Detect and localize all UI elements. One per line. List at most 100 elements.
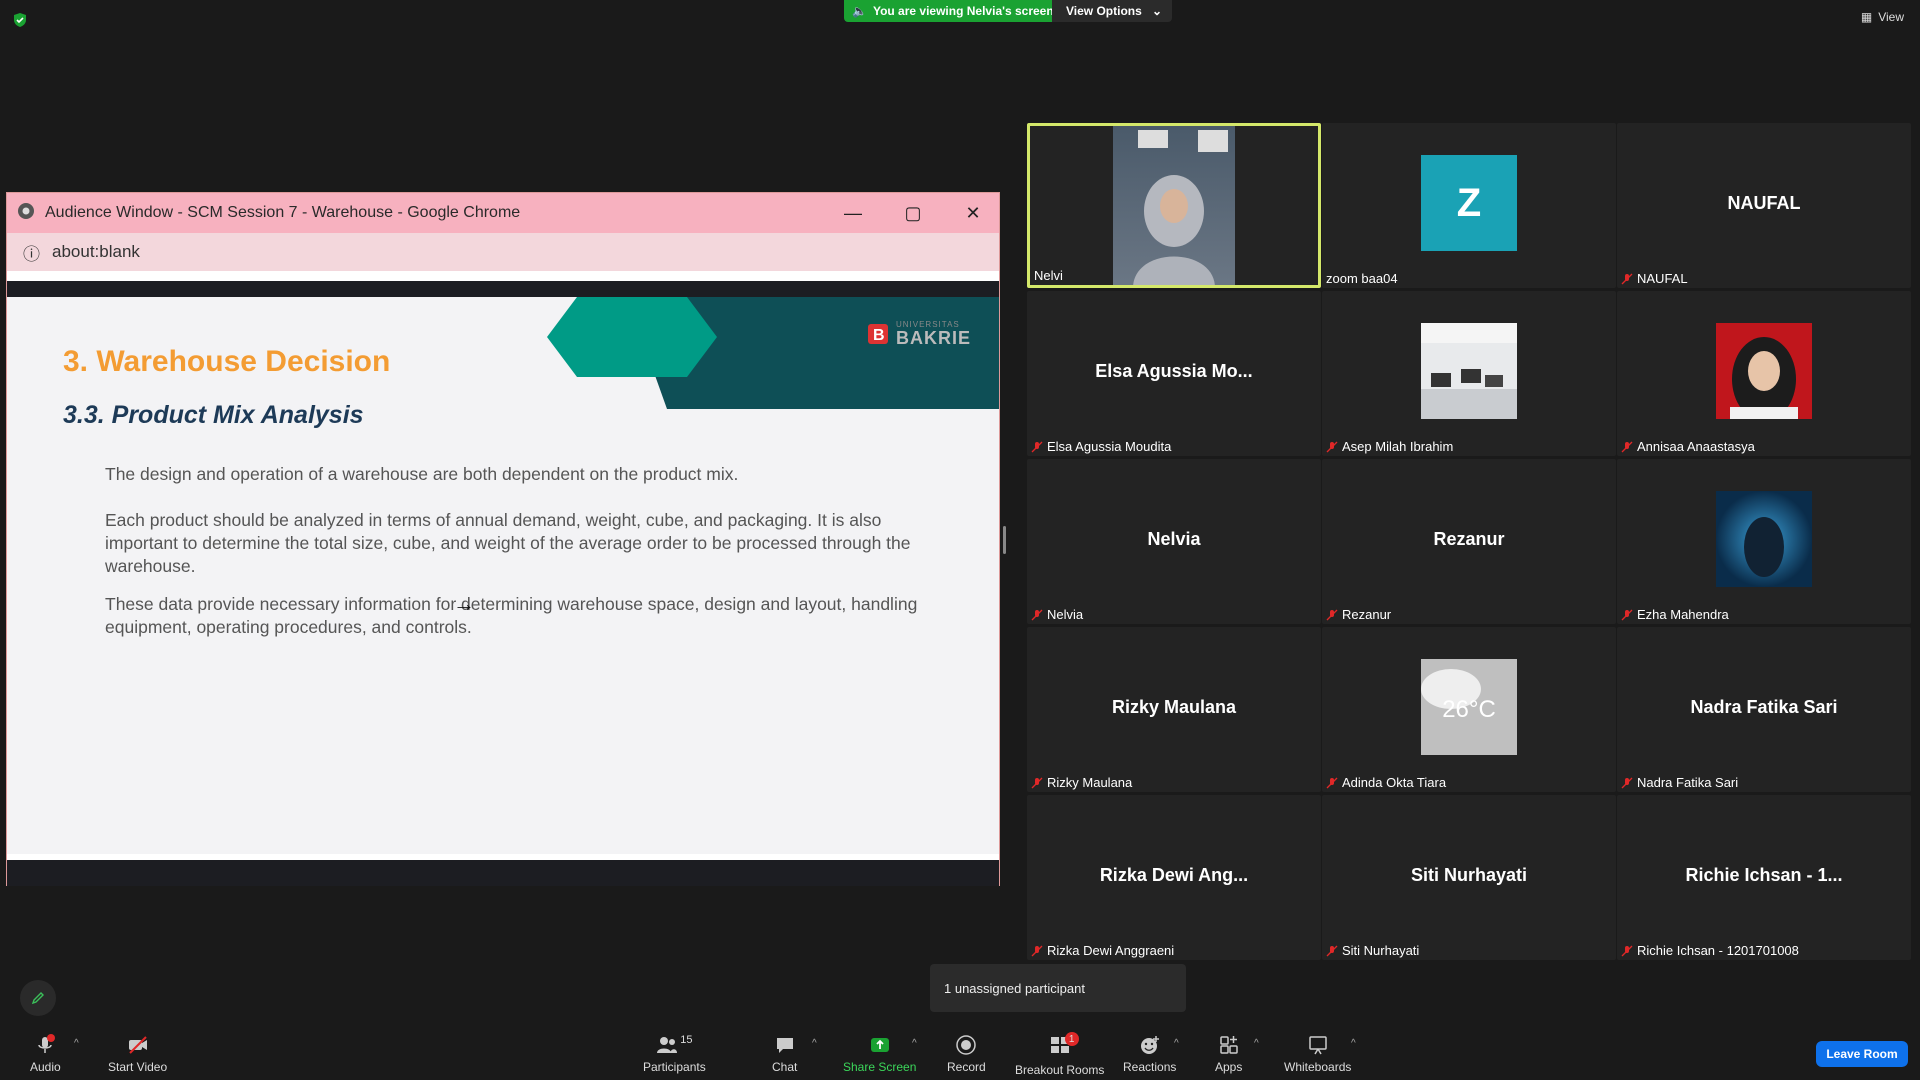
record-icon [956, 1035, 977, 1055]
participant-name-label: Rizky Maulana [1031, 775, 1132, 790]
apps-icon [1219, 1036, 1238, 1054]
participant-tile[interactable]: Nadra Fatika Sari Nadra Fatika Sari [1617, 627, 1911, 792]
slide-bottom-band [7, 860, 999, 886]
participant-tile[interactable]: Siti Nurhayati Siti Nurhayati [1322, 795, 1616, 960]
participant-name-label: Rizka Dewi Anggraeni [1031, 943, 1174, 958]
viewing-screen-banner: 🔈 You are viewing Nelvia's screen [844, 0, 1064, 22]
participant-tile[interactable]: Asep Milah Ibrahim [1322, 291, 1616, 456]
participant-name-label: Asep Milah Ibrahim [1326, 439, 1453, 454]
whiteboards-caret-icon[interactable]: ^ [1351, 1038, 1356, 1049]
slide-subtitle: 3.3. Product Mix Analysis [63, 401, 364, 429]
chat-button[interactable]: Chat [772, 1034, 797, 1074]
participant-tile[interactable]: Rizky Maulana Rizky Maulana [1027, 627, 1321, 792]
security-shield-icon[interactable] [12, 12, 28, 28]
participant-name-label: Siti Nurhayati [1326, 943, 1419, 958]
slide-paragraph-2: Each product should be analyzed in terms… [105, 510, 911, 576]
reactions-caret-icon[interactable]: ^ [1174, 1038, 1179, 1049]
address-bar[interactable]: ⓘ about:blank [7, 233, 999, 271]
video-off-icon [128, 1036, 147, 1054]
participant-tile[interactable]: 26°C Adinda Okta Tiara [1322, 627, 1616, 792]
unassigned-participant-tooltip[interactable]: 1 unassigned participant [930, 964, 1186, 1012]
participant-tile[interactable]: Rezanur Rezanur [1322, 459, 1616, 624]
muted-mic-icon [1031, 777, 1043, 788]
breakout-rooms-label: Breakout Rooms [1015, 1063, 1105, 1077]
muted-mic-icon [1326, 777, 1338, 788]
participant-tile[interactable]: NAUFAL NAUFAL [1617, 123, 1911, 288]
whiteboard-icon [1308, 1036, 1327, 1055]
start-video-button[interactable]: Start Video [108, 1034, 167, 1074]
participant-name-label: Rezanur [1326, 607, 1391, 622]
participant-name-label: Elsa Agussia Moudita [1031, 439, 1171, 454]
maximize-button[interactable]: ▢ [883, 193, 943, 233]
presentation-slide: B UNIVERSITAS BAKRIE 3. Warehouse Decisi… [7, 297, 999, 854]
whiteboards-button[interactable]: Whiteboards [1284, 1034, 1351, 1074]
breakout-rooms-button[interactable]: 1 Breakout Rooms [1015, 1032, 1105, 1077]
muted-mic-icon [1621, 945, 1633, 956]
apps-button[interactable]: Apps [1215, 1034, 1242, 1074]
participant-tile[interactable]: Ezha Mahendra [1617, 459, 1911, 624]
participant-display-name: Rizka Dewi Ang... [1099, 865, 1249, 885]
muted-mic-icon [1326, 945, 1338, 956]
leave-room-button[interactable]: Leave Room [1816, 1041, 1908, 1067]
participant-display-name: NAUFAL [1727, 193, 1801, 213]
profile-picture: 26°C [1421, 659, 1517, 755]
record-label: Record [947, 1060, 986, 1074]
slide-header-graphic [547, 297, 999, 409]
participant-tile[interactable]: Zzoom baa04 [1322, 123, 1616, 288]
participant-name-label: Richie Ichsan - 1201701008 [1621, 943, 1799, 958]
participant-name-label: Nelvi [1034, 268, 1063, 283]
close-button[interactable]: ✕ [943, 193, 1003, 233]
participant-tile[interactable]: Nelvia Nelvia [1027, 459, 1321, 624]
viewing-text: You are viewing Nelvia's screen [872, 4, 1054, 18]
audio-button[interactable]: Audio [30, 1034, 61, 1074]
participant-tile[interactable]: Elsa Agussia Mo... Elsa Agussia Moudita [1027, 291, 1321, 456]
muted-mic-icon [1621, 273, 1633, 284]
record-button[interactable]: Record [947, 1034, 986, 1074]
annotate-pencil-icon[interactable] [20, 980, 56, 1016]
meeting-toolbar: Audio ^ Start Video 15 Participants Chat… [0, 1020, 1920, 1080]
participant-name-label: Nadra Fatika Sari [1621, 775, 1738, 790]
muted-mic-icon [1621, 777, 1633, 788]
minimize-button[interactable]: — [823, 193, 883, 233]
participant-tile[interactable]: Richie Ichsan - 1... Richie Ichsan - 1201… [1617, 795, 1911, 960]
participants-label: Participants [643, 1060, 706, 1074]
profile-picture [1421, 323, 1517, 419]
share-caret-icon[interactable]: ^ [912, 1038, 917, 1049]
leave-room-label: Leave Room [1826, 1047, 1898, 1061]
participant-name-label: zoom baa04 [1326, 271, 1398, 286]
participant-video [1113, 126, 1235, 285]
share-screen-button[interactable]: Share Screen [843, 1034, 916, 1074]
participant-display-name: Nelvia [1147, 529, 1201, 549]
chrome-icon [17, 202, 35, 225]
audio-caret-icon[interactable]: ^ [74, 1038, 79, 1049]
muted-mic-icon [1621, 609, 1633, 620]
smiley-plus-icon [1140, 1036, 1159, 1054]
university-logo: B UNIVERSITAS BAKRIE [866, 321, 971, 347]
chat-icon [776, 1038, 793, 1053]
apps-caret-icon[interactable]: ^ [1254, 1038, 1259, 1049]
splitter-handle[interactable] [1003, 526, 1006, 554]
breakout-badge: 1 [1064, 1032, 1079, 1046]
participant-display-name: Siti Nurhayati [1410, 865, 1528, 885]
window-title-bar[interactable]: Audience Window - SCM Session 7 - Wareho… [7, 193, 999, 233]
chat-caret-icon[interactable]: ^ [812, 1038, 817, 1049]
participants-count: 15 [680, 1034, 693, 1046]
info-icon[interactable]: ⓘ [23, 240, 40, 265]
grid-view-icon: ▦ [1860, 10, 1873, 24]
participants-button[interactable]: 15 Participants [643, 1034, 706, 1074]
view-button[interactable]: ▦ View [1861, 10, 1904, 24]
reactions-button[interactable]: Reactions [1123, 1034, 1176, 1074]
participant-tile[interactable]: Nelvi [1027, 123, 1321, 288]
muted-mic-icon [1031, 441, 1043, 452]
participant-tile[interactable]: Rizka Dewi Ang... Rizka Dewi Anggraeni [1027, 795, 1321, 960]
participants-icon [657, 1037, 678, 1053]
muted-mic-icon [1031, 609, 1043, 620]
participant-tile[interactable]: Annisaa Anaastasya [1617, 291, 1911, 456]
view-options-button[interactable]: View Options ⌄ [1052, 0, 1172, 22]
whiteboards-label: Whiteboards [1284, 1060, 1352, 1074]
avatar: Z [1421, 155, 1517, 251]
chat-label: Chat [772, 1060, 798, 1074]
profile-picture [1716, 491, 1812, 587]
speaker-icon: 🔈 [852, 4, 867, 18]
participant-name-label: Ezha Mahendra [1621, 607, 1729, 622]
